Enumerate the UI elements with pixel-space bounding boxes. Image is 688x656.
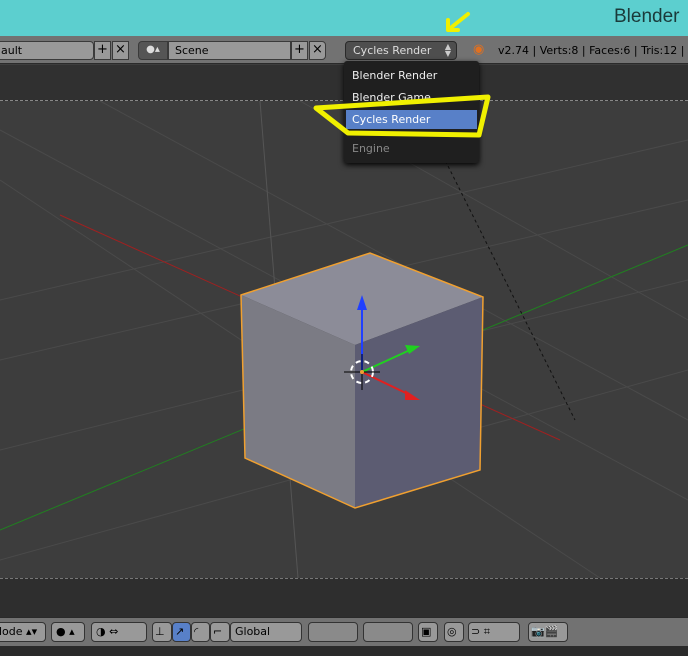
scene-stats: v2.74 | Verts:8 | Faces:6 | Tris:12 | Ob (498, 44, 688, 57)
3d-viewport[interactable] (0, 101, 688, 578)
delete-scene-button[interactable]: × (309, 41, 326, 60)
scale-manipulator-icon[interactable]: ⌐ (210, 622, 230, 642)
updown-arrow-icon: ▲ ▼ (444, 42, 451, 58)
menu-divider (348, 134, 475, 135)
bottom-strip (0, 646, 688, 656)
menu-item-blender-render[interactable]: Blender Render (346, 66, 477, 85)
mode-value: lode (0, 625, 23, 638)
menu-item-blender-game[interactable]: Blender Game (346, 88, 477, 107)
viewport-bottom-area (0, 578, 688, 618)
mode-dropdown[interactable]: lode ▴▾ (0, 622, 46, 642)
window-title: Blender (614, 6, 680, 27)
proportional-edit-icon[interactable]: ◎ (444, 622, 464, 642)
add-layout-button[interactable]: + (94, 41, 111, 60)
screen-layout-field[interactable]: ault (0, 41, 94, 60)
blender-logo-icon: ◉ (473, 42, 485, 57)
rotate-manipulator-icon[interactable]: ◜ (191, 622, 210, 642)
render-engine-menu: Blender Render Blender Game Cycles Rende… (344, 61, 479, 163)
shading-dropdown[interactable]: ● ▴ (51, 622, 85, 642)
lock-layers-icon[interactable]: ▣ (418, 622, 438, 642)
add-scene-button[interactable]: + (291, 41, 308, 60)
pivot-dropdown[interactable]: ◑ ⇔ (91, 622, 147, 642)
delete-layout-button[interactable]: × (112, 41, 129, 60)
orientation-dropdown[interactable]: Global (230, 622, 302, 642)
render-engine-dropdown[interactable]: Cycles Render ▲ ▼ (345, 41, 457, 60)
render-engine-value: Cycles Render (353, 44, 432, 57)
render-buttons-icon[interactable]: 📷🎬 (528, 622, 568, 642)
scene-browse-button[interactable]: ●▴ (138, 41, 168, 60)
snap-icon[interactable]: ⊃ ⌗ (468, 622, 520, 642)
translate-manipulator-icon[interactable]: ↗ (172, 622, 191, 642)
layers-grid-1[interactable] (308, 622, 358, 642)
menu-title-engine: Engine (352, 142, 390, 155)
layers-grid-2[interactable] (363, 622, 413, 642)
info-header: ault + × ●▴ Scene + × Cycles Render ▲ ▼ ◉… (0, 36, 688, 64)
menu-item-cycles-render[interactable]: Cycles Render (346, 110, 477, 129)
3d-view-header: lode ▴▾ ● ▴ ◑ ⇔ ⊥ ↗ ◜ ⌐ Global ▣ ◎ ⊃ ⌗ 📷… (0, 617, 688, 646)
manipulator-toggle-icon[interactable]: ⊥ (152, 622, 172, 642)
scene-field[interactable]: Scene (168, 41, 291, 60)
window-titlebar: Blender (0, 0, 688, 36)
orientation-value: Global (235, 625, 271, 638)
